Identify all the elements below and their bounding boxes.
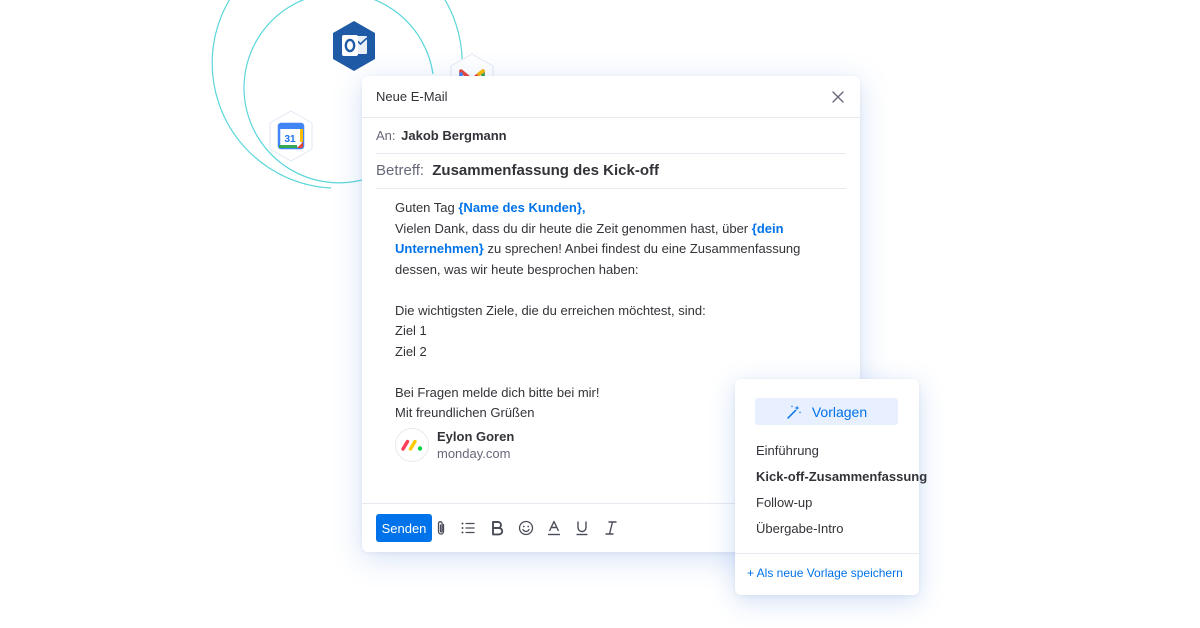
template-item-handover-intro[interactable]: Übergabe-Intro xyxy=(756,519,927,545)
monday-logo-icon xyxy=(395,428,429,462)
body-line: Unternehmen} zu sprechen! Anbei findest … xyxy=(395,241,801,256)
list-icon[interactable] xyxy=(459,519,477,537)
email-header: Neue E-Mail xyxy=(362,76,860,118)
subject-value: Zusammenfassung des Kick-off xyxy=(432,162,659,179)
divider xyxy=(735,553,919,554)
templates-panel: Vorlagen Einführung Kick-off-Zusammenfas… xyxy=(735,379,927,595)
recipient-label: An: xyxy=(376,128,396,143)
body-line: Ziel 1 xyxy=(395,323,427,338)
underline-icon[interactable] xyxy=(573,519,591,537)
magic-wand-icon xyxy=(787,404,802,419)
body-line: Guten Tag {Name des Kunden}, xyxy=(395,200,586,215)
template-item-einfuehrung[interactable]: Einführung xyxy=(756,441,927,467)
body-line: dessen, was wir heute besprochen haben: xyxy=(395,261,639,277)
text-color-icon[interactable] xyxy=(545,519,563,537)
signature-name: Eylon Goren xyxy=(437,429,515,444)
subject-field[interactable]: Betreff: Zusammenfassung des Kick-off xyxy=(376,162,659,179)
body-line: Ziel 2 xyxy=(395,343,427,359)
google-calendar-icon: 31 xyxy=(266,108,316,164)
recipient-field[interactable]: An: Jakob Bergmann xyxy=(376,128,507,143)
divider xyxy=(376,153,846,154)
body-line: Die wichtigsten Ziele, die du erreichen … xyxy=(395,302,706,318)
templates-button-label: Vorlagen xyxy=(811,403,868,420)
signature-domain: monday.com xyxy=(437,446,511,461)
send-button[interactable]: Senden xyxy=(376,514,432,542)
paperclip-icon[interactable] xyxy=(432,519,450,537)
divider xyxy=(376,188,846,189)
window-title: Neue E-Mail xyxy=(376,89,448,104)
placeholder-company: {dein xyxy=(751,220,784,236)
outlook-icon xyxy=(329,18,379,74)
calendar-day: 31 xyxy=(284,134,296,145)
placeholder-company: Unternehmen} xyxy=(395,241,484,256)
bold-icon[interactable] xyxy=(488,519,506,537)
italic-icon[interactable] xyxy=(602,519,620,537)
template-item-kickoff-summary[interactable]: Kick-off-Zusammenfassung xyxy=(756,467,927,493)
subject-label: Betreff: xyxy=(376,162,425,179)
templates-button[interactable]: Vorlagen xyxy=(755,398,898,425)
body-line: Vielen Dank, dass du dir heute die Zeit … xyxy=(395,220,784,236)
close-icon[interactable] xyxy=(830,89,846,105)
save-as-template-link[interactable]: + Als neue Vorlage speichern xyxy=(747,566,903,580)
templates-list: Einführung Kick-off-Zusammenfassung Foll… xyxy=(756,441,927,545)
email-signature: Eylon Goren monday.com xyxy=(395,428,514,462)
template-item-follow-up[interactable]: Follow-up xyxy=(756,493,927,519)
emoji-icon[interactable] xyxy=(517,519,535,537)
recipient-name: Jakob Bergmann xyxy=(401,128,507,143)
placeholder-customer-name: {Name des Kunden} xyxy=(458,200,582,215)
